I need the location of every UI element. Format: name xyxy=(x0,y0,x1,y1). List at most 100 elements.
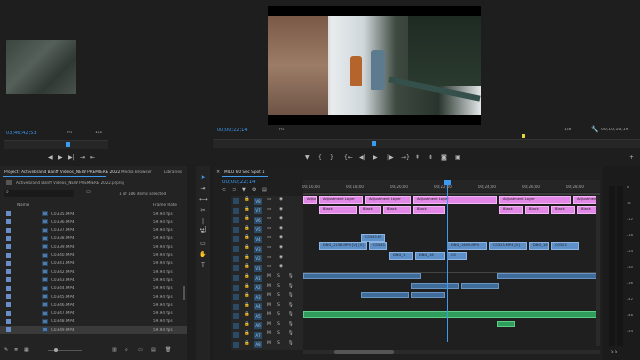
solo-icon[interactable]: S xyxy=(277,312,280,317)
snap-icon[interactable]: ⊂ xyxy=(222,187,226,193)
lock-icon[interactable]: 🔒 xyxy=(244,322,250,327)
tab-media-browser[interactable]: Media Browser xyxy=(121,170,152,174)
clip-black[interactable]: Black xyxy=(525,206,549,214)
mute-icon[interactable]: M xyxy=(267,303,271,308)
microphone-icon[interactable]: 🎙 xyxy=(288,274,294,279)
clip-audio[interactable] xyxy=(411,283,459,289)
source-patch-toggle[interactable] xyxy=(233,332,239,338)
wrench-icon[interactable]: 🔧 xyxy=(591,126,598,133)
clip-adjustment-layer[interactable]: Adjustment Layer xyxy=(303,196,317,204)
mark-out-icon[interactable]: { xyxy=(318,154,322,161)
microphone-icon[interactable]: 🎙 xyxy=(288,331,294,336)
track-label[interactable]: A2 xyxy=(254,284,262,291)
sync-lock-icon[interactable]: ▭ xyxy=(267,207,271,212)
solo-icon[interactable]: S xyxy=(277,284,280,289)
tab-project[interactable]: Project: Activebrand Banff Videos_NEW PR… xyxy=(4,170,120,174)
source-patch-toggle[interactable] xyxy=(233,198,239,204)
clip-music[interactable] xyxy=(303,311,597,318)
lift-icon[interactable]: ⇞ xyxy=(415,154,420,161)
go-in-icon[interactable]: {← xyxy=(344,154,353,161)
clip-adjustment-layer[interactable]: Adjustment Layer xyxy=(319,196,363,204)
new-item-icon[interactable]: ▤ xyxy=(151,347,156,353)
zoom-slider-handle[interactable] xyxy=(54,348,58,352)
clip-adjustment-layer[interactable]: Adjustment Layer xyxy=(573,196,597,204)
project-item-row[interactable]: C0338.MP4 59.94 fps xyxy=(0,235,187,243)
timeline-ruler[interactable]: 00;16;00 00;18;00 00;20;00 00;22;00 00;2… xyxy=(302,180,600,192)
track-label[interactable]: A3 xyxy=(254,293,262,301)
program-fit-select[interactable]: Fit xyxy=(279,128,284,133)
project-item-row[interactable]: C0341.MP4 59.94 fps xyxy=(0,260,187,268)
mute-icon[interactable]: M xyxy=(267,341,271,346)
timeline-vertical-scrollbar[interactable] xyxy=(596,196,600,346)
project-item-row[interactable]: C0345.MP4 59.94 fps xyxy=(0,293,187,301)
microphone-icon[interactable]: 🎙 xyxy=(288,312,294,317)
eye-icon[interactable]: ◉ xyxy=(279,226,283,231)
clip-video[interactable]: DNG_16 xyxy=(415,252,445,260)
step-forward-icon[interactable]: ▶| xyxy=(68,154,75,161)
track-label[interactable]: V6 xyxy=(254,216,262,224)
clip-video[interactable]: C0323 xyxy=(551,242,579,250)
source-ruler[interactable] xyxy=(4,140,108,149)
ripple-edit-tool-icon[interactable]: ⟷ xyxy=(199,196,208,204)
comparison-icon[interactable]: ▣ xyxy=(455,154,461,161)
step-forward-program-icon[interactable]: |▶ xyxy=(387,154,394,161)
source-patch-toggle[interactable] xyxy=(233,226,239,233)
solo-icon[interactable]: S xyxy=(277,293,280,298)
label-color-swatch[interactable] xyxy=(6,211,11,216)
mute-icon[interactable]: M xyxy=(267,312,271,317)
lock-icon[interactable]: 🔒 xyxy=(244,216,250,221)
mute-icon[interactable]: M xyxy=(267,293,271,298)
source-ratio[interactable]: 1/2 xyxy=(95,131,102,136)
mark-out-brace-icon[interactable]: } xyxy=(330,154,334,161)
extract-icon[interactable]: ⇟ xyxy=(428,154,433,161)
step-back-program-icon[interactable]: ◀| xyxy=(359,154,366,161)
track-label[interactable]: V2 xyxy=(254,255,262,263)
clip-audio[interactable] xyxy=(411,292,445,298)
solo-icon[interactable]: S xyxy=(277,331,280,336)
eye-icon[interactable]: ◉ xyxy=(279,207,283,212)
solo-icon[interactable]: S xyxy=(277,341,280,346)
mute-icon[interactable]: M xyxy=(267,322,271,327)
sync-lock-icon[interactable]: ▭ xyxy=(267,255,271,260)
source-patch-toggle[interactable] xyxy=(233,284,239,291)
marker-icon[interactable] xyxy=(522,134,525,138)
source-patch-toggle[interactable] xyxy=(233,303,239,310)
clip-music[interactable] xyxy=(497,321,515,327)
captions-icon[interactable]: ▤ xyxy=(262,187,267,193)
clip-black[interactable]: Black xyxy=(577,206,597,214)
track-label[interactable]: A5 xyxy=(254,312,262,320)
column-frame-rate-header[interactable]: Frame Rate xyxy=(153,203,177,207)
lock-icon[interactable]: 🔒 xyxy=(244,303,250,308)
track-label[interactable]: V7 xyxy=(254,207,262,215)
clip-video[interactable]: C0343.MP4 xyxy=(369,242,387,250)
icon-view-icon[interactable]: ▦ xyxy=(24,347,29,353)
label-color-swatch[interactable] xyxy=(6,302,11,308)
list-view-icon[interactable]: ≣ xyxy=(14,347,18,353)
program-ratio[interactable]: 1/8 xyxy=(564,128,571,133)
project-item-row[interactable]: C0342.MP4 59.94 fps xyxy=(0,268,187,276)
clip-video[interactable]: C0323.MP4 [V] xyxy=(489,242,527,250)
track-label[interactable]: V4 xyxy=(254,235,262,243)
column-name-header[interactable]: Name xyxy=(17,203,29,207)
label-color-swatch[interactable] xyxy=(6,310,11,316)
project-item-row[interactable]: C0335.MP4 59.94 fps xyxy=(0,210,187,218)
timeline-playhead[interactable] xyxy=(447,180,448,342)
clip-black[interactable]: Black xyxy=(359,206,381,214)
project-item-row[interactable]: C0337.MP4 59.94 fps xyxy=(0,227,187,235)
source-patch-toggle[interactable] xyxy=(233,207,239,214)
label-color-swatch[interactable] xyxy=(6,219,11,225)
clip-video[interactable]: DNG_1659.MP4 xyxy=(447,242,487,250)
source-patch-toggle[interactable] xyxy=(233,322,239,329)
sync-lock-icon[interactable]: ▭ xyxy=(267,226,271,231)
linked-selection-icon[interactable]: ⊃ xyxy=(232,187,236,193)
source-fit-select[interactable]: Fit xyxy=(67,131,72,136)
timeline-tab[interactable]: MILO 60 Sec Spot 1 xyxy=(224,170,265,174)
source-patch-toggle[interactable] xyxy=(233,236,239,243)
sync-lock-icon[interactable]: ▭ xyxy=(267,216,271,221)
track-label[interactable]: A6 xyxy=(254,322,262,329)
lock-icon[interactable]: 🔒 xyxy=(244,226,250,231)
add-button-icon[interactable]: + xyxy=(629,154,634,161)
lock-icon[interactable]: 🔒 xyxy=(244,312,250,317)
add-marker-icon[interactable]: ▼ xyxy=(242,187,246,193)
type-tool-icon[interactable]: T xyxy=(199,262,207,270)
